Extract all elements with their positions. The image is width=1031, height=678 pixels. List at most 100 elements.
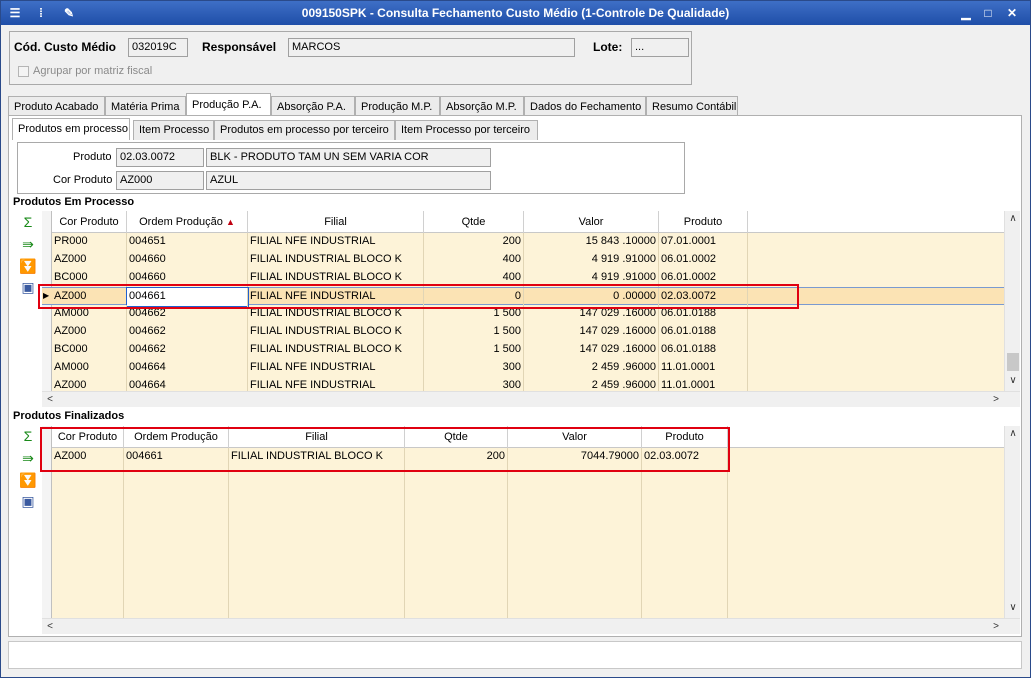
table-cell[interactable]: 06.01.0188 — [659, 341, 748, 359]
table-row[interactable]: BC000 004662 FILIAL INDUSTRIAL BLOCO K1 50… — [42, 341, 1004, 359]
table-cell[interactable]: 2 459 .96000 — [524, 359, 659, 377]
scroll-down-icon[interactable]: ∨ — [1005, 373, 1021, 389]
cod-field[interactable]: 032019C — [128, 38, 188, 57]
image-icon[interactable]: ▣ — [19, 279, 37, 295]
subtab-produtos-processo[interactable]: Produtos em processo — [12, 118, 130, 140]
produto-desc-field[interactable]: BLK - PRODUTO TAM UN SEM VARIA COR — [206, 148, 491, 167]
export-icon[interactable]: ⇛ — [19, 236, 37, 252]
table-cell[interactable]: 2 459 .96000 — [524, 377, 659, 391]
header-box: Cód. Custo Médio 032019C Responsável MAR… — [9, 31, 692, 85]
table-cell[interactable]: BC000 — [52, 341, 127, 359]
image-icon-2[interactable]: ▣ — [19, 493, 37, 509]
tab-produto-acabado[interactable]: Produto Acabado — [8, 96, 105, 117]
minimize-icon[interactable]: ▁ — [959, 6, 973, 20]
grid-line — [641, 448, 642, 618]
sigma-icon[interactable]: Σ — [19, 214, 37, 230]
cor-code-field[interactable]: AZ000 — [116, 171, 204, 190]
scroll-thumb[interactable] — [1007, 353, 1019, 371]
table-cell[interactable]: 300 — [424, 359, 524, 377]
table-cell[interactable]: 06.01.0188 — [659, 323, 748, 341]
col-produto[interactable]: Produto — [659, 211, 748, 233]
maximize-icon[interactable]: □ — [981, 6, 995, 20]
subtab-item-terceiro[interactable]: Item Processo por terceiro — [395, 120, 538, 140]
table-cell[interactable]: 07.01.0001 — [659, 233, 748, 251]
table-cell[interactable]: 004662 — [127, 341, 248, 359]
table-cell[interactable]: 4 919 .91000 — [524, 251, 659, 269]
agrupar-label: Agrupar por matriz fiscal — [33, 65, 153, 77]
export-icon-2[interactable]: ⇛ — [19, 450, 37, 466]
table-cell[interactable]: 147 029 .16000 — [524, 341, 659, 359]
tab-resumo-contabil[interactable]: Resumo Contábil — [646, 96, 738, 117]
subtab-item-processo[interactable]: Item Processo — [133, 120, 214, 140]
col-qtde[interactable]: Qtde — [424, 211, 524, 233]
resp-field[interactable]: MARCOS — [288, 38, 575, 57]
scroll-up-icon-2[interactable]: ∧ — [1005, 426, 1021, 442]
scroll-up-icon[interactable]: ∧ — [1005, 211, 1021, 227]
tab-producao-mp[interactable]: Produção M.P. — [355, 96, 440, 117]
table-row[interactable]: AZ000 004660 FILIAL INDUSTRIAL BLOCO K 400 4… — [42, 251, 1004, 269]
table-row[interactable]: AZ000 004664 FILIAL NFE INDUSTRIAL 300 2 459… — [42, 377, 1004, 391]
table-cell[interactable]: 15 843 .10000 — [524, 233, 659, 251]
tab-materia-prima[interactable]: Matéria Prima — [105, 96, 186, 117]
table-row[interactable]: PR000 004651 FILIAL NFE INDUSTRIAL 200 15 84… — [42, 233, 1004, 251]
scroll-right-icon[interactable]: > — [988, 392, 1004, 408]
table-row[interactable]: AM000 004664 FILIAL NFE INDUSTRIAL 300 2 459… — [42, 359, 1004, 377]
table-cell[interactable]: 004651 — [127, 233, 248, 251]
table-cell[interactable]: 004660 — [127, 251, 248, 269]
table-cell[interactable]: 11.01.0001 — [659, 377, 748, 391]
lote-label: Lote: — [593, 40, 623, 54]
finalizados-hscroll[interactable]: < > — [42, 618, 1020, 634]
col-valor[interactable]: Valor — [524, 211, 659, 233]
table-cell[interactable]: FILIAL INDUSTRIAL BLOCO K — [248, 341, 424, 359]
sort-asc-icon: ▲ — [225, 217, 235, 227]
table-cell[interactable]: 004664 — [127, 359, 248, 377]
table-cell[interactable]: 1 500 — [424, 323, 524, 341]
table-cell[interactable]: 11.01.0001 — [659, 359, 748, 377]
product-info-box: Produto 02.03.0072 BLK - PRODUTO TAM UN … — [17, 142, 685, 194]
table-cell[interactable]: FILIAL NFE INDUSTRIAL — [248, 377, 424, 391]
scroll-left-icon[interactable]: < — [42, 392, 58, 408]
tab-dados-fechamento[interactable]: Dados do Fechamento — [524, 96, 646, 117]
table-cell[interactable]: 06.01.0002 — [659, 251, 748, 269]
em-processo-hscroll[interactable]: < > — [42, 391, 1020, 407]
grid-line — [123, 448, 124, 618]
table-cell[interactable]: 004662 — [127, 323, 248, 341]
table-cell[interactable]: FILIAL NFE INDUSTRIAL — [248, 359, 424, 377]
finalizados-vscroll[interactable]: ∧ ∨ — [1004, 426, 1020, 618]
table-cell[interactable]: FILIAL INDUSTRIAL BLOCO K — [248, 323, 424, 341]
subtab-processo-terceiro[interactable]: Produtos em processo por terceiro — [214, 120, 395, 140]
filter-icon-2[interactable]: ⏬ — [19, 472, 37, 488]
tab-producao-pa[interactable]: Produção P.A. — [186, 93, 271, 117]
table-cell[interactable]: 300 — [424, 377, 524, 391]
tab-absorcao-mp[interactable]: Absorção M.P. — [440, 96, 524, 117]
table-cell[interactable]: AZ000 — [52, 323, 127, 341]
table-cell[interactable]: AZ000 — [52, 251, 127, 269]
table-cell[interactable]: 400 — [424, 251, 524, 269]
table-row[interactable]: AZ000 004662 FILIAL INDUSTRIAL BLOCO K1 50… — [42, 323, 1004, 341]
tab-absorcao-pa[interactable]: Absorção P.A. — [271, 96, 355, 117]
filter-icon[interactable]: ⏬ — [19, 258, 37, 274]
em-processo-vscroll[interactable]: ∧ ∨ — [1004, 211, 1020, 391]
table-cell[interactable]: FILIAL INDUSTRIAL BLOCO K — [248, 251, 424, 269]
agrupar-checkbox[interactable] — [18, 66, 29, 77]
table-cell[interactable]: 200 — [424, 233, 524, 251]
close-icon[interactable]: ✕ — [1005, 6, 1019, 20]
table-cell[interactable]: 004664 — [127, 377, 248, 391]
table-cell[interactable]: AZ000 — [52, 377, 127, 391]
scroll-left-icon-2[interactable]: < — [42, 619, 58, 635]
col-cor-produto[interactable]: Cor Produto — [52, 211, 127, 233]
table-cell[interactable]: FILIAL NFE INDUSTRIAL — [248, 233, 424, 251]
produto-code-field[interactable]: 02.03.0072 — [116, 148, 204, 167]
col-ordem-label: Ordem Produção — [139, 216, 223, 228]
sigma-icon-2[interactable]: Σ — [19, 428, 37, 444]
col-filial[interactable]: Filial — [248, 211, 424, 233]
lote-field[interactable]: ... — [631, 38, 689, 57]
table-cell[interactable]: 1 500 — [424, 341, 524, 359]
table-cell[interactable]: AM000 — [52, 359, 127, 377]
col-ordem-producao[interactable]: Ordem Produção ▲ — [127, 211, 248, 233]
cor-desc-field[interactable]: AZUL — [206, 171, 491, 190]
scroll-down-icon-2[interactable]: ∨ — [1005, 600, 1021, 616]
table-cell[interactable]: 147 029 .16000 — [524, 323, 659, 341]
table-cell[interactable]: PR000 — [52, 233, 127, 251]
scroll-right-icon-2[interactable]: > — [988, 619, 1004, 635]
